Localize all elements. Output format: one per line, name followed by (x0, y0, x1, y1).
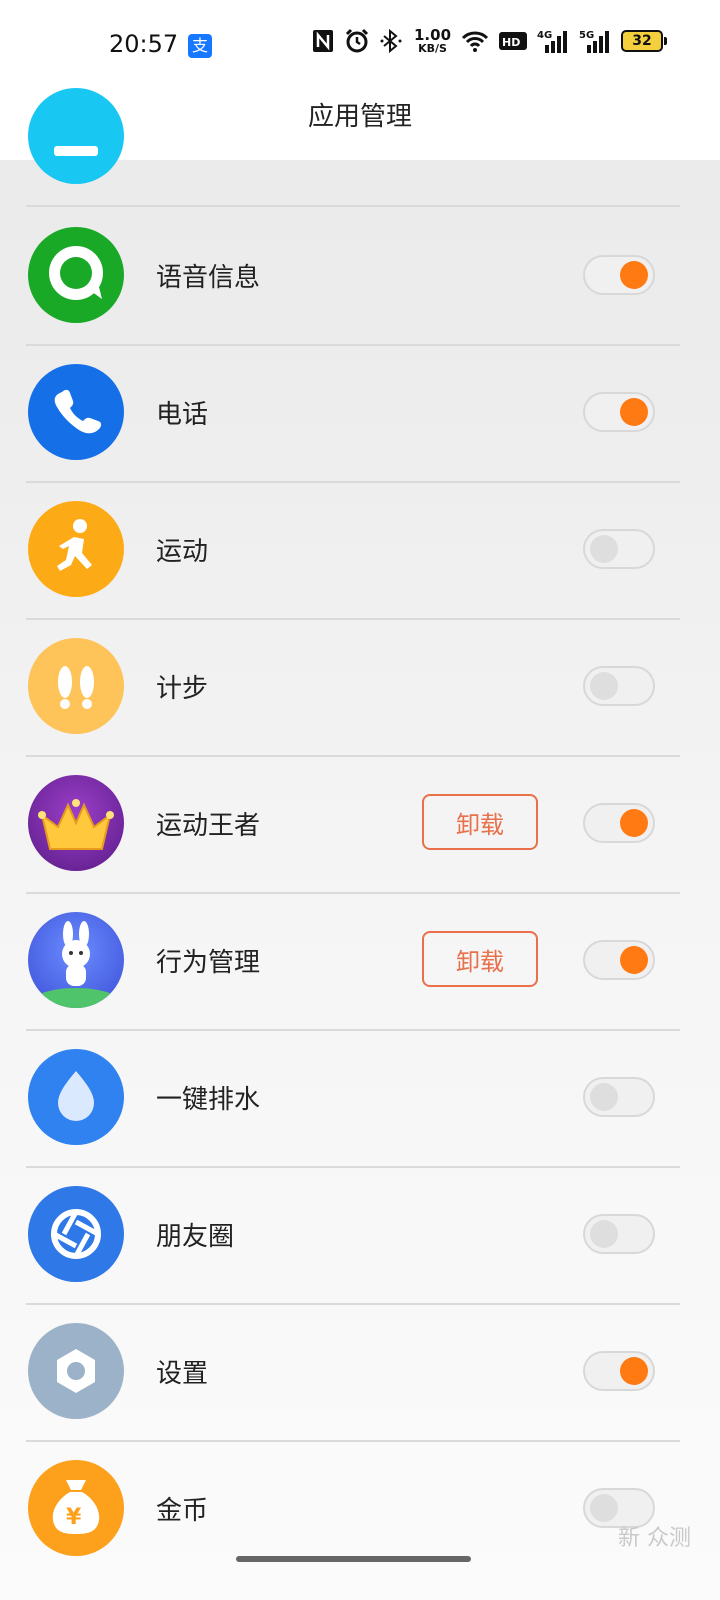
hd-icon: HD (499, 32, 528, 50)
app-label: 设置 (156, 1359, 209, 1389)
toggle-switch[interactable] (583, 666, 655, 706)
running-icon (28, 501, 124, 597)
status-time: 20:57 (109, 30, 179, 58)
uninstall-button[interactable]: 卸载 (422, 794, 538, 850)
behavior-manage-icon (28, 912, 124, 1008)
sports-king-icon (28, 775, 124, 871)
toggle-knob (590, 1494, 618, 1522)
app-label: 行为管理 (156, 948, 261, 978)
toggle-switch[interactable] (583, 940, 655, 980)
bluetooth-icon (380, 28, 402, 54)
battery-icon: 32 (621, 30, 668, 52)
settings-hex-icon (28, 1323, 124, 1419)
toggle-knob (620, 809, 648, 837)
watermark: 新 众测 (618, 1526, 691, 1551)
toggle-switch[interactable] (583, 529, 655, 569)
coin-bag-icon: ¥ (28, 1460, 124, 1556)
home-indicator[interactable] (236, 1556, 471, 1562)
toggle-switch[interactable] (583, 255, 655, 295)
water-drop-icon (28, 1049, 124, 1145)
list-item: 一键排水 (26, 1029, 680, 1168)
app-label: 语音信息 (156, 263, 261, 293)
signal-5g-icon: 5G (579, 30, 610, 53)
svg-text:¥: ¥ (66, 1505, 82, 1530)
alarm-icon (345, 28, 369, 53)
svg-text:HD: HD (502, 36, 520, 49)
list-item: 设置 (26, 1303, 680, 1442)
toggle-knob (620, 946, 648, 974)
toggle-switch[interactable] (583, 1077, 655, 1117)
speed-unit: KB/S (418, 42, 447, 55)
toggle-knob (590, 1220, 618, 1248)
app-label: 金币 (156, 1496, 209, 1526)
app-label: 电话 (156, 400, 209, 430)
list-item: 运动 (26, 481, 680, 620)
toggle-switch[interactable] (583, 392, 655, 432)
app-label: 计步 (156, 674, 209, 704)
toggle-knob (590, 672, 618, 700)
app-label: 运动王者 (156, 811, 261, 841)
list-item: 计步 (26, 618, 680, 757)
list-item: 运动王者 卸载 (26, 755, 680, 894)
footsteps-icon (28, 638, 124, 734)
list-item: 行为管理 卸载 (26, 892, 680, 1031)
camera-shutter-icon (28, 1186, 124, 1282)
signal-4g-icon: 4G (537, 30, 568, 53)
toggle-knob (620, 261, 648, 289)
svg-text:5G: 5G (579, 30, 594, 41)
list-item: 语音信息 (26, 207, 680, 346)
list-item: 电话 (26, 344, 680, 483)
toggle-switch[interactable] (583, 1214, 655, 1254)
status-icons: 1.00 KB/S HD 4G 5G 32 (312, 26, 668, 55)
toggle-knob (620, 398, 648, 426)
app-label: 朋友圈 (156, 1222, 235, 1252)
uninstall-button[interactable]: 卸载 (422, 931, 538, 987)
list-item: 朋友圈 (26, 1166, 680, 1305)
toggle-switch[interactable] (583, 1351, 655, 1391)
voice-message-icon (28, 227, 124, 323)
partial-cyan-app-icon (28, 88, 124, 184)
wifi-icon (461, 31, 489, 52)
net-speed: 1.00 KB/S (414, 26, 452, 55)
app-label: 运动 (156, 537, 209, 567)
toggle-knob (590, 535, 618, 563)
nfc-icon (313, 30, 333, 52)
alipay-icon: 支 (188, 34, 212, 58)
app-label: 一键排水 (156, 1085, 261, 1115)
speed-value: 1.00 (414, 26, 452, 44)
phone-icon (28, 364, 124, 460)
list-item (26, 68, 680, 207)
toggle-knob (620, 1357, 648, 1385)
toggle-switch[interactable] (583, 803, 655, 843)
toggle-knob (590, 1083, 618, 1111)
svg-text:4G: 4G (537, 30, 552, 41)
